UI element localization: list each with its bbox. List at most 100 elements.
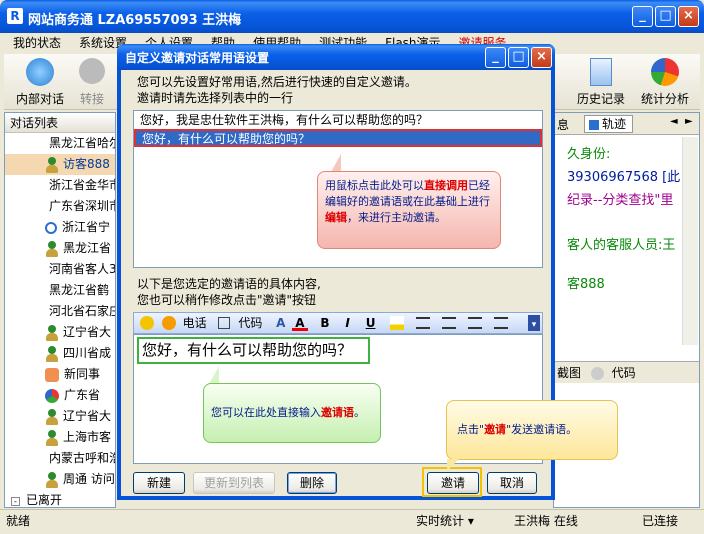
visitor-item[interactable]: 浙江省金华市 bbox=[5, 175, 115, 196]
font-size-icon[interactable]: A bbox=[273, 313, 288, 333]
info-line: 客888 bbox=[567, 277, 605, 292]
visitor-item[interactable]: 黑龙江省鹤 bbox=[5, 280, 115, 301]
tab-info[interactable]: 息 bbox=[557, 116, 569, 133]
code-icon[interactable] bbox=[217, 317, 230, 329]
dialog-title: 自定义邀请对话常用语设置 bbox=[125, 51, 270, 65]
info-tab-strip: 息 轨迹 ◄ ► bbox=[554, 113, 699, 135]
visitor-item[interactable]: 上海市客 bbox=[5, 427, 115, 448]
visitor-item[interactable]: 黑龙江省 bbox=[5, 238, 115, 259]
tab-track[interactable]: 轨迹 bbox=[584, 115, 634, 133]
visitor-label: 浙江省金华市 bbox=[49, 178, 115, 192]
align-left-icon[interactable] bbox=[467, 317, 482, 329]
visitor-label: 河北省石家庄 bbox=[49, 304, 115, 318]
visitor-icon bbox=[45, 240, 59, 257]
visitor-label: 广东省深圳市 bbox=[49, 199, 115, 213]
update-list-button[interactable]: 更新到列表 bbox=[193, 472, 275, 494]
underline-button[interactable]: U bbox=[363, 313, 379, 333]
visitor-icon bbox=[45, 408, 59, 425]
editor-tip: 您可以在此处直接输入邀请语。 bbox=[203, 383, 381, 443]
bullet-list-icon[interactable] bbox=[441, 317, 456, 329]
visitor-label: 上海市客 bbox=[63, 430, 112, 444]
visitor-item[interactable]: 黑龙江省哈尔 bbox=[5, 133, 115, 154]
minimize-button[interactable]: _ bbox=[632, 6, 653, 27]
dialog-close-button[interactable]: × bbox=[531, 47, 552, 68]
maximize-button[interactable]: □ bbox=[655, 6, 676, 27]
font-color-icon[interactable]: A bbox=[292, 313, 308, 331]
transfer-button[interactable]: 转接 bbox=[74, 58, 110, 107]
invite-tip-pointer bbox=[447, 459, 459, 471]
main-title-bar: R 网站商务通 LZA69557093 王洪梅 _ □ × bbox=[0, 0, 704, 33]
italic-button[interactable]: I bbox=[342, 313, 352, 333]
visitor-list-title: 对话列表 bbox=[5, 113, 115, 133]
invite-button[interactable]: 邀请 bbox=[427, 472, 479, 494]
stats-dropdown[interactable]: 实时统计 ▾ bbox=[416, 510, 474, 532]
connection-status: 已连接 bbox=[642, 514, 679, 528]
visitor-label: 黑龙江省 bbox=[63, 241, 112, 255]
visitor-item[interactable]: 访客888 bbox=[5, 154, 115, 175]
bold-button[interactable]: B bbox=[317, 313, 332, 333]
phone-button[interactable]: 电话 bbox=[180, 313, 210, 333]
visitor-item[interactable]: 河北省石家庄 bbox=[5, 301, 115, 322]
tab-scroll-left[interactable]: ◄ bbox=[670, 116, 678, 127]
phone-icon[interactable] bbox=[161, 316, 176, 330]
editor-toolbar: 电话 代码 A A B I U ▾ bbox=[133, 312, 543, 334]
highlight-icon[interactable] bbox=[390, 316, 405, 330]
visitor-item[interactable]: 辽宁省大 bbox=[5, 322, 115, 343]
history-button[interactable]: 历史记录 bbox=[573, 58, 629, 107]
phrase-item-selected[interactable]: 您好，有什么可以帮助您的吗？ bbox=[134, 129, 542, 147]
visitor-item[interactable]: 四川省成 bbox=[5, 343, 115, 364]
visitor-item[interactable]: 辽宁省大 bbox=[5, 406, 115, 427]
dialog-title-bar: 自定义邀请对话常用语设置 _ □ × bbox=[117, 44, 555, 70]
visitor-item[interactable]: 广东省 bbox=[5, 385, 115, 406]
delete-button[interactable]: 删除 bbox=[287, 472, 337, 494]
align-justify-icon[interactable] bbox=[493, 317, 508, 329]
visitor-item[interactable]: 广东省深圳市 bbox=[5, 196, 115, 217]
statistics-button[interactable]: 统计分析 bbox=[634, 58, 696, 107]
internal-chat-button[interactable]: 内部对话 bbox=[12, 58, 68, 107]
main-title: 网站商务通 LZA69557093 王洪梅 bbox=[28, 13, 242, 28]
info-scrollbar[interactable] bbox=[682, 137, 698, 345]
tab-scroll-right[interactable]: ► bbox=[685, 116, 693, 127]
visitor-item[interactable]: 内蒙古呼和浩 bbox=[5, 448, 115, 469]
visitor-item[interactable]: 河南省客人3 bbox=[5, 259, 115, 280]
smiley-icon[interactable] bbox=[140, 316, 154, 330]
code-button[interactable]: 代码 bbox=[612, 366, 636, 380]
transfer-icon bbox=[79, 58, 105, 84]
snapshot-label[interactable]: 截图 bbox=[557, 366, 581, 380]
dialog-minimize-button[interactable]: _ bbox=[485, 47, 506, 68]
visitor-list-panel: 对话列表 黑龙江省哈尔访客888 浙江省金华市 广东省深圳市浙江省宁黑龙江省河南省客… bbox=[4, 112, 116, 528]
code-button[interactable]: 代码 bbox=[235, 313, 265, 333]
phrase-tip: 用鼠标点击此处可以直接调用已经编辑好的邀请语或在此基础上进行编辑，来进行主动邀请… bbox=[317, 171, 501, 249]
tree-group-label: 已离开 bbox=[26, 493, 63, 507]
collapse-icon[interactable]: - bbox=[11, 497, 20, 506]
visitor-icon bbox=[45, 324, 59, 341]
invite-tip: 点击"邀请"发送邀请语。 bbox=[446, 400, 618, 460]
smiley-icon[interactable] bbox=[590, 367, 604, 380]
visitor-item[interactable]: 周通 访问 bbox=[5, 469, 115, 490]
pie-chart-icon bbox=[651, 58, 679, 86]
visitor-label: 黑龙江省哈尔 bbox=[49, 136, 115, 150]
visitor-item[interactable]: 新同事 bbox=[5, 364, 115, 385]
dialog-maximize-button[interactable]: □ bbox=[508, 47, 529, 68]
close-button[interactable]: × bbox=[678, 6, 699, 27]
toolbar-expand-icon[interactable]: ▾ bbox=[528, 315, 540, 331]
visitor-label: 周通 访问 bbox=[63, 472, 115, 486]
visitor-label: 辽宁省大 bbox=[63, 325, 112, 339]
tree-group-offline[interactable]: - 已离开 bbox=[5, 490, 115, 511]
visitor-icon bbox=[45, 156, 59, 173]
info-line: 纪录--分类查找"里 bbox=[567, 193, 674, 208]
visitor-label: 四川省成 bbox=[63, 346, 112, 360]
visitor-label: 内蒙古呼和浩 bbox=[49, 451, 115, 465]
numbered-list-icon[interactable] bbox=[416, 317, 431, 329]
editor-text[interactable]: 您好，有什么可以帮助您的吗？ bbox=[137, 337, 370, 364]
phrase-item[interactable]: 您好，我是忠仕软件王洪梅，有什么可以帮助您的吗？ bbox=[134, 111, 542, 129]
cancel-button[interactable]: 取消 bbox=[487, 472, 537, 494]
info-line: 39306967568 [此 bbox=[567, 170, 681, 185]
visitor-label: 黑龙江省鹤 bbox=[49, 283, 110, 297]
info-line: 久身份: bbox=[567, 147, 611, 162]
new-button[interactable]: 新建 bbox=[133, 472, 185, 494]
visitor-label: 河南省客人3 bbox=[49, 262, 115, 276]
visitor-item[interactable]: 浙江省宁 bbox=[5, 217, 115, 238]
colleague-icon bbox=[45, 367, 59, 382]
menu-item[interactable]: 我的状态 bbox=[4, 33, 70, 53]
